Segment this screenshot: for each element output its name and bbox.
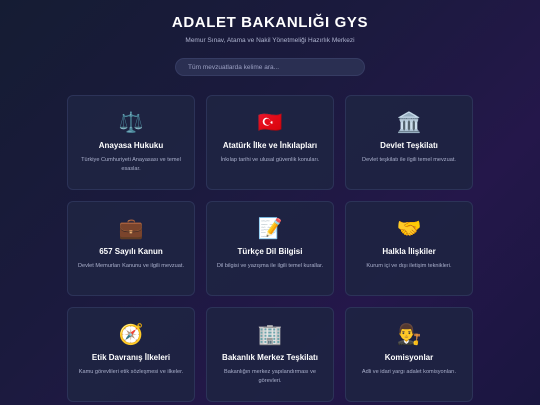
topic-card-ataturk[interactable]: 🇹🇷 Atatürk İlke ve İnkılapları İnkılap t… [206,95,334,190]
card-description: Devlet Memurları Kanunu ve ilgili mevzua… [77,263,184,269]
topic-card-anayasa[interactable]: ⚖️ Anayasa Hukuku Türkiye Cumhuriyeti An… [67,95,195,190]
page-title: ADALET BAKANLIĞI GYS [171,14,369,31]
topic-card-halkla-iliskiler[interactable]: 🤝 Halkla İlişkiler Kurum içi ve dışı ile… [345,201,473,296]
briefcase-icon: 💼 [118,218,144,240]
topic-card-bakanlik[interactable]: 🏢 Bakanlık Merkez Teşkilatı Bakanlığın m… [206,307,334,402]
card-title: Etik Davranış İlkeleri [91,353,171,362]
card-title: Anayasa Hukuku [98,141,164,150]
card-description: Türkiye Cumhuriyeti Anayasası ve temel e… [81,157,181,172]
card-description: Dil bilgisi ve yazışma ile ilgili temel … [216,263,324,269]
handshake-icon: 🤝 [396,218,422,240]
search-container [0,58,540,76]
search-input[interactable] [175,58,365,76]
card-title: 657 Sayılı Kanun [99,247,163,256]
card-description: İnkılap tarihi ve ulusal güvenlik konula… [220,157,320,163]
page-header: ADALET BAKANLIĞI GYS Memur Sınav, Atama … [0,0,540,44]
card-title: Atatürk İlke ve İnkılapları [222,141,318,150]
card-title: Halkla İlişkiler [382,247,436,256]
scales-icon: ⚖️ [118,112,144,134]
office-building-icon: 🏢 [257,324,283,346]
topic-card-devlet-teskilati[interactable]: 🏛️ Devlet Teşkilatı Devlet teşkilatı ile… [345,95,473,190]
card-description: Kurum içi ve dışı iletişim teknikleri. [366,263,452,269]
topic-card-etik[interactable]: 🧭 Etik Davranış İlkeleri Kamu görevliler… [67,307,195,402]
government-building-icon: 🏛️ [396,112,422,134]
judge-icon: 👨‍⚖️ [396,324,422,346]
page-subtitle: Memur Sınav, Atama ve Nakil Yönetmeliği … [185,37,355,44]
card-description: Devlet teşkilatı ile ilgili temel mevzua… [362,157,456,163]
card-title: Türkçe Dil Bilgisi [237,247,303,256]
topic-card-turkce[interactable]: 📝 Türkçe Dil Bilgisi Dil bilgisi ve yazı… [206,201,334,296]
card-description: Bakanlığın merkez yapılandırması ve göre… [223,369,317,384]
card-description: Kamu görevlileri etik sözleşmesi ve ilke… [78,369,184,375]
card-title: Devlet Teşkilatı [380,141,438,150]
card-description: Adli ve idari yargı adalet komisyonları. [361,369,457,375]
turkey-flag-icon: 🇹🇷 [257,112,283,134]
topic-card-657[interactable]: 💼 657 Sayılı Kanun Devlet Memurları Kanu… [67,201,195,296]
card-title: Bakanlık Merkez Teşkilatı [222,353,318,362]
topic-card-komisyonlar[interactable]: 👨‍⚖️ Komisyonlar Adli ve idari yargı ada… [345,307,473,402]
compass-icon: 🧭 [118,324,144,346]
topic-grid: ⚖️ Anayasa Hukuku Türkiye Cumhuriyeti An… [67,95,473,402]
memo-icon: 📝 [257,218,283,240]
card-title: Komisyonlar [384,353,434,362]
